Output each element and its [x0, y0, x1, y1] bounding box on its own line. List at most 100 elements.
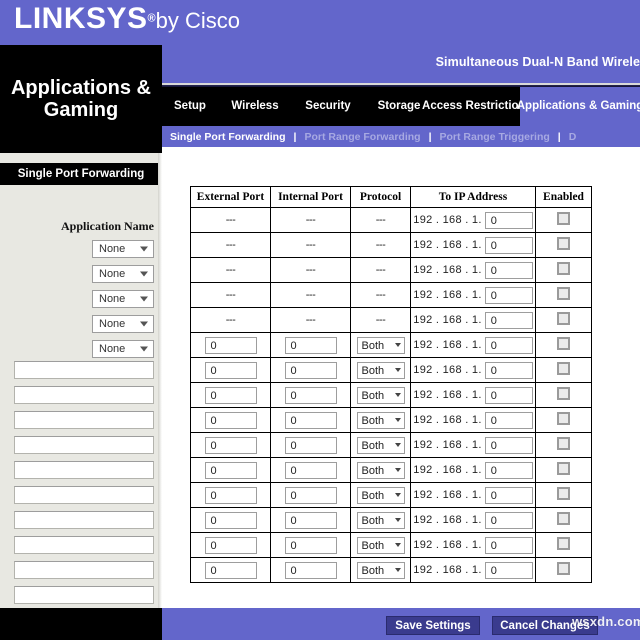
cell-internal-port: --- [270, 232, 351, 258]
protocol-select[interactable]: Both [356, 336, 405, 354]
application-name-input-8[interactable] [14, 536, 154, 554]
internal-port-input[interactable]: 0 [284, 436, 337, 454]
external-port-input[interactable]: 0 [204, 411, 257, 429]
ip-last-octet-input[interactable]: 0 [484, 486, 533, 504]
ip-last-octet-input[interactable]: 0 [484, 261, 533, 279]
cell-to-ip-address: 192 . 168 . 1. 0 [410, 332, 536, 358]
protocol-placeholder: --- [375, 264, 386, 276]
ip-last-octet-input[interactable]: 0 [484, 361, 533, 379]
ip-last-octet-input[interactable]: 0 [484, 286, 533, 304]
application-select-3[interactable]: None [92, 290, 154, 308]
application-select-value: None [99, 243, 126, 255]
ip-last-octet-input[interactable]: 0 [484, 311, 533, 329]
protocol-select[interactable]: Both [356, 461, 405, 479]
enabled-checkbox[interactable] [557, 362, 570, 375]
enabled-checkbox[interactable] [557, 287, 570, 300]
application-name-input-7[interactable] [14, 511, 154, 529]
external-port-input[interactable]: 0 [204, 461, 257, 479]
logo-linksys-text: LINKSYS [14, 2, 148, 35]
external-port-input[interactable]: 0 [204, 486, 257, 504]
internal-port-input[interactable]: 0 [284, 461, 337, 479]
cell-internal-port: 0 [270, 357, 351, 383]
ip-address-group: 192 . 168 . 1. 0 [411, 461, 535, 479]
ip-last-octet-input[interactable]: 0 [484, 336, 533, 354]
internal-port-input[interactable]: 0 [284, 511, 337, 529]
application-name-input-9[interactable] [14, 561, 154, 579]
internal-port-input[interactable]: 0 [284, 411, 337, 429]
external-port-input[interactable]: 0 [204, 336, 257, 354]
external-port-input[interactable]: 0 [204, 536, 257, 554]
protocol-select[interactable]: Both [356, 386, 405, 404]
external-port-input[interactable]: 0 [204, 386, 257, 404]
nav-tab-access-restrictions[interactable]: Access Restrictions [422, 87, 532, 126]
nav-tab-applications-gaming[interactable]: Applications & Gaming [517, 87, 640, 126]
application-name-input-5[interactable] [14, 461, 154, 479]
ip-last-octet-input[interactable]: 0 [484, 536, 533, 554]
ip-last-octet-input[interactable]: 0 [484, 561, 533, 579]
application-name-input-3[interactable] [14, 411, 154, 429]
protocol-value: Both [361, 464, 385, 477]
nav-tab-setup[interactable]: Setup [162, 87, 218, 126]
table-row: 0 0 Both 192 . 168 . 1. 0 [190, 432, 592, 458]
enabled-checkbox[interactable] [557, 237, 570, 250]
enabled-checkbox[interactable] [557, 487, 570, 500]
application-name-input-4[interactable] [14, 436, 154, 454]
internal-port-input[interactable]: 0 [284, 486, 337, 504]
external-port-input[interactable]: 0 [204, 361, 257, 379]
subnav-item-port-range-triggering[interactable]: Port Range Triggering [432, 131, 558, 143]
protocol-select[interactable]: Both [356, 561, 405, 579]
cell-internal-port: 0 [270, 532, 351, 558]
application-select-4[interactable]: None [92, 315, 154, 333]
ip-address-group: 192 . 168 . 1. 0 [411, 286, 535, 304]
subnav-item-d[interactable]: D [561, 131, 585, 143]
protocol-select[interactable]: Both [356, 411, 405, 429]
internal-port-input[interactable]: 0 [284, 386, 337, 404]
ip-last-octet-input[interactable]: 0 [484, 411, 533, 429]
ip-prefix-label: 192 . 168 . 1. [413, 439, 482, 451]
save-settings-button[interactable]: Save Settings [386, 616, 480, 635]
ip-last-octet-input[interactable]: 0 [484, 386, 533, 404]
application-name-input-6[interactable] [14, 486, 154, 504]
enabled-checkbox[interactable] [557, 462, 570, 475]
protocol-select[interactable]: Both [356, 436, 405, 454]
cell-external-port: 0 [190, 557, 271, 583]
external-port-input[interactable]: 0 [204, 561, 257, 579]
application-select-5[interactable]: None [92, 340, 154, 358]
ip-last-octet-input[interactable]: 0 [484, 236, 533, 254]
protocol-select[interactable]: Both [356, 511, 405, 529]
internal-port-input[interactable]: 0 [284, 361, 337, 379]
internal-port-input[interactable]: 0 [284, 336, 337, 354]
chevron-down-icon [394, 418, 401, 422]
internal-port-input[interactable]: 0 [284, 536, 337, 554]
application-select-1[interactable]: None [92, 240, 154, 258]
enabled-checkbox[interactable] [557, 412, 570, 425]
enabled-checkbox[interactable] [557, 437, 570, 450]
application-name-input-1[interactable] [14, 361, 154, 379]
ip-last-octet-input[interactable]: 0 [484, 461, 533, 479]
enabled-checkbox[interactable] [557, 562, 570, 575]
ip-last-octet-input[interactable]: 0 [484, 436, 533, 454]
enabled-checkbox[interactable] [557, 212, 570, 225]
ip-last-octet-input[interactable]: 0 [484, 211, 533, 229]
table-row: 0 0 Both 192 . 168 . 1. 0 [190, 357, 592, 383]
external-port-input[interactable]: 0 [204, 511, 257, 529]
ip-last-octet-input[interactable]: 0 [484, 511, 533, 529]
enabled-checkbox[interactable] [557, 262, 570, 275]
protocol-select[interactable]: Both [356, 536, 405, 554]
nav-tab-security[interactable]: Security [292, 87, 364, 126]
enabled-checkbox[interactable] [557, 312, 570, 325]
protocol-select[interactable]: Both [356, 486, 405, 504]
enabled-checkbox[interactable] [557, 337, 570, 350]
subnav-item-port-range-forwarding[interactable]: Port Range Forwarding [296, 131, 428, 143]
external-port-input[interactable]: 0 [204, 436, 257, 454]
subnav-item-single-port-forwarding[interactable]: Single Port Forwarding [162, 131, 294, 143]
application-name-input-2[interactable] [14, 386, 154, 404]
enabled-checkbox[interactable] [557, 387, 570, 400]
internal-port-input[interactable]: 0 [284, 561, 337, 579]
application-name-input-10[interactable] [14, 586, 154, 604]
nav-tab-wireless[interactable]: Wireless [218, 87, 292, 126]
enabled-checkbox[interactable] [557, 512, 570, 525]
enabled-checkbox[interactable] [557, 537, 570, 550]
application-select-2[interactable]: None [92, 265, 154, 283]
protocol-select[interactable]: Both [356, 361, 405, 379]
